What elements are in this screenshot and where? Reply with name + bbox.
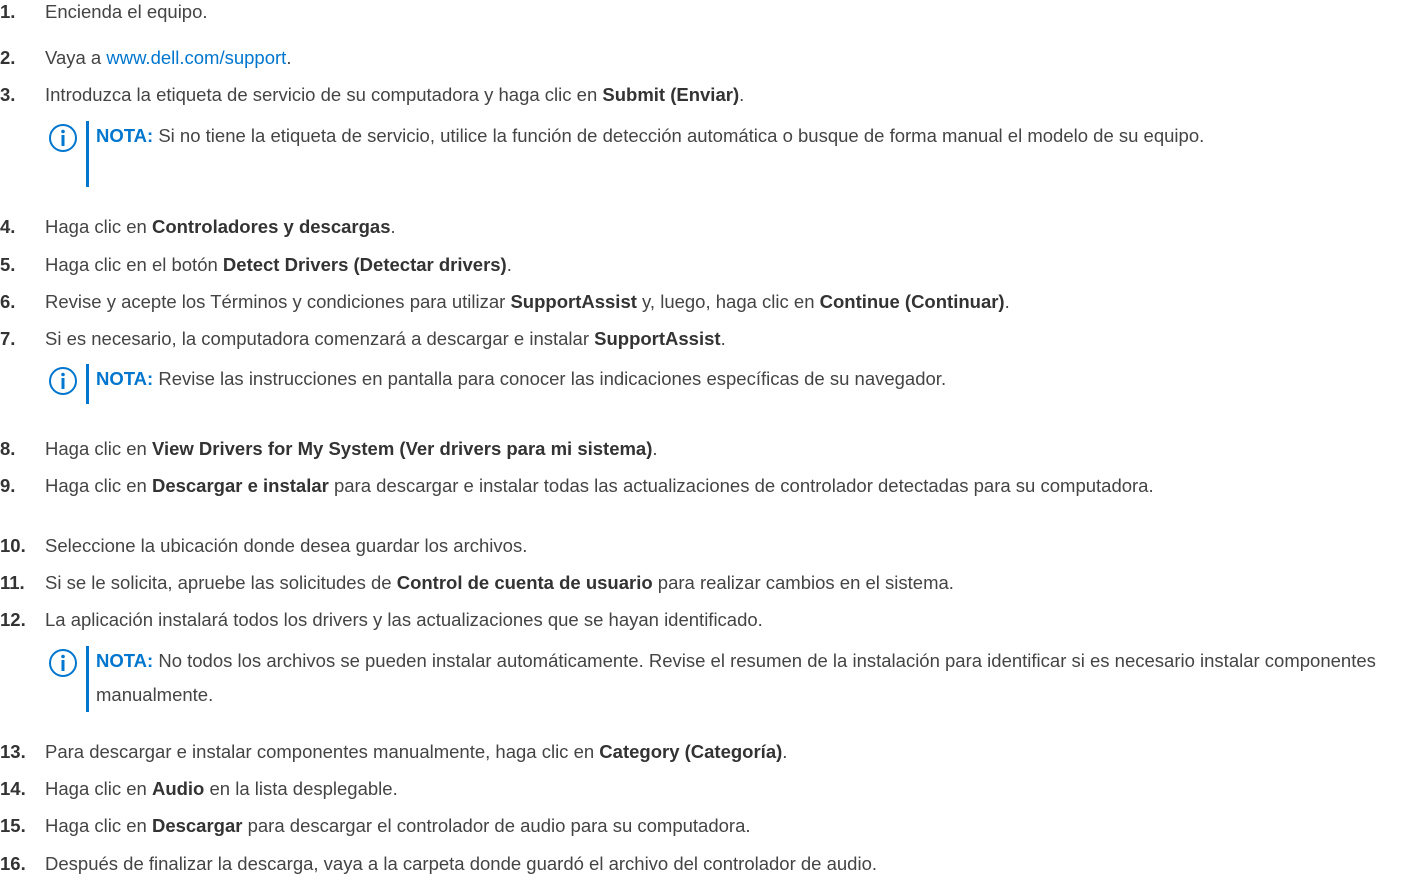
step-number: 10. bbox=[0, 535, 26, 556]
note-text: NOTA: Si no tiene la etiqueta de servici… bbox=[96, 125, 1205, 146]
ui-term: Descargar bbox=[151, 815, 243, 836]
step-number: 11. bbox=[0, 572, 25, 593]
note-label: NOTA: bbox=[96, 650, 154, 671]
ui-term: SupportAssist bbox=[510, 291, 637, 312]
note-bar bbox=[86, 646, 89, 712]
step-number: 5. bbox=[0, 254, 16, 275]
note-bar bbox=[86, 364, 89, 404]
info-icon bbox=[49, 367, 77, 395]
step-number: 1. bbox=[0, 1, 16, 22]
note-2: NOTA: Revise las instrucciones en pantal… bbox=[48, 362, 1398, 406]
step-text: Encienda el equipo. bbox=[45, 1, 208, 22]
ui-term: Descargar e instalar bbox=[151, 475, 329, 496]
step-number: 13. bbox=[0, 741, 26, 762]
step-number: 4. bbox=[0, 216, 16, 237]
note-3: NOTA: No todos los archivos se pueden in… bbox=[48, 644, 1398, 716]
step-number: 12. bbox=[0, 609, 26, 630]
note-bar bbox=[86, 121, 89, 187]
note-label: NOTA: bbox=[96, 368, 154, 389]
ui-term: Category (Categoría) bbox=[599, 741, 783, 762]
note-text: NOTA: Revise las instrucciones en pantal… bbox=[96, 368, 947, 389]
ui-term: Control de cuenta de usuario bbox=[396, 572, 653, 593]
step-text: Haga clic en View Drivers for My System … bbox=[45, 438, 658, 459]
ui-term: Continue (Continuar) bbox=[819, 291, 1005, 312]
info-icon bbox=[49, 124, 77, 152]
note-1: NOTA: Si no tiene la etiqueta de servici… bbox=[48, 119, 1398, 191]
step-number: 9. bbox=[0, 475, 16, 496]
step-number: 16. bbox=[0, 853, 26, 874]
step-text: Después de finalizar la descarga, vaya a… bbox=[45, 853, 878, 874]
ui-term: Controladores y descargas bbox=[151, 216, 391, 237]
ui-term: Submit (Enviar) bbox=[602, 84, 740, 105]
ui-term: Audio bbox=[151, 778, 205, 799]
step-text: Haga clic en Descargar e instalar para d… bbox=[45, 475, 1154, 496]
step-number: 15. bbox=[0, 815, 26, 836]
step-text: Haga clic en el botón Detect Drivers (De… bbox=[45, 254, 512, 275]
step-number: 7. bbox=[0, 328, 16, 349]
note-label: NOTA: bbox=[96, 125, 154, 146]
step-text: Si se le solicita, apruebe las solicitud… bbox=[45, 572, 954, 593]
step-number: 3. bbox=[0, 84, 16, 105]
step-text: Introduzca la etiqueta de servicio de su… bbox=[45, 84, 745, 105]
step-number: 14. bbox=[0, 778, 26, 799]
step-number: 8. bbox=[0, 438, 16, 459]
step-text: Haga clic en Audio en la lista desplegab… bbox=[45, 778, 398, 799]
step-text: Haga clic en Descargar para descargar el… bbox=[45, 815, 751, 836]
ui-term: SupportAssist bbox=[594, 328, 721, 349]
step-text: Vaya a www.dell.com/support. bbox=[45, 47, 292, 68]
dell-support-link[interactable]: www.dell.com/support bbox=[106, 47, 286, 68]
info-icon bbox=[49, 649, 77, 677]
step-text: Si es necesario, la computadora comenzar… bbox=[45, 328, 726, 349]
step-text: Para descargar e instalar componentes ma… bbox=[45, 741, 788, 762]
step-number: 2. bbox=[0, 47, 16, 68]
step-text: Revise y acepte los Términos y condicion… bbox=[45, 291, 1010, 312]
procedure-document: 1. Encienda el equipo. 2. Vaya a www.del… bbox=[0, 0, 1415, 880]
note-text: NOTA: No todos los archivos se pueden in… bbox=[96, 650, 1376, 705]
ui-term: Detect Drivers (Detectar drivers) bbox=[222, 254, 507, 275]
step-text: La aplicación instalará todos los driver… bbox=[45, 609, 763, 630]
step-text: Haga clic en Controladores y descargas. bbox=[45, 216, 396, 237]
step-number: 6. bbox=[0, 291, 16, 312]
step-text: Seleccione la ubicación donde desea guar… bbox=[45, 535, 528, 556]
ui-term: View Drivers for My System (Ver drivers … bbox=[151, 438, 653, 459]
